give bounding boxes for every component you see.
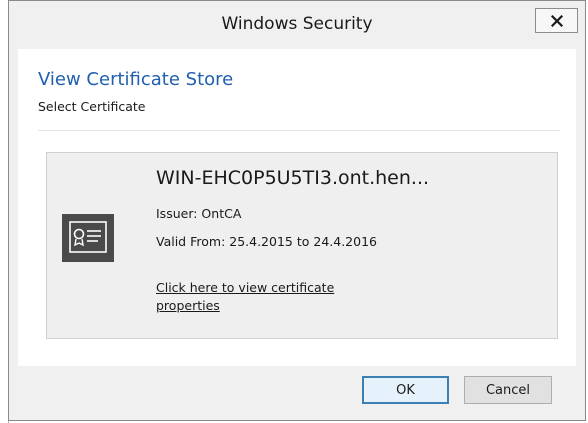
close-x-icon [550, 14, 563, 27]
certificate-validity: Valid From: 25.4.2015 to 24.4.2016 [156, 234, 377, 249]
dialog-title: Windows Security [221, 14, 373, 34]
certificate-icon [62, 214, 114, 262]
certificate-issuer: Issuer: OntCA [156, 206, 242, 221]
certificate-name: WIN-EHC0P5U5TI3.ont.hen... [156, 167, 430, 189]
dialog-subheading: Select Certificate [38, 99, 146, 114]
title-bar[interactable]: Windows Security [9, 1, 585, 49]
windows-security-dialog: Windows Security View Certificate Store … [8, 0, 586, 421]
dialog-footer: OK Cancel [9, 366, 585, 420]
dialog-heading: View Certificate Store [38, 69, 234, 90]
certificate-tile[interactable]: WIN-EHC0P5U5TI3.ont.hen... Issuer: OntCA… [46, 152, 558, 339]
divider [38, 130, 560, 131]
cancel-button[interactable]: Cancel [464, 376, 552, 404]
view-certificate-properties-link[interactable]: Click here to view certificate propertie… [156, 279, 386, 315]
ok-button[interactable]: OK [362, 376, 449, 404]
close-button[interactable] [535, 8, 578, 33]
dialog-content: View Certificate Store Select Certificat… [18, 49, 576, 366]
